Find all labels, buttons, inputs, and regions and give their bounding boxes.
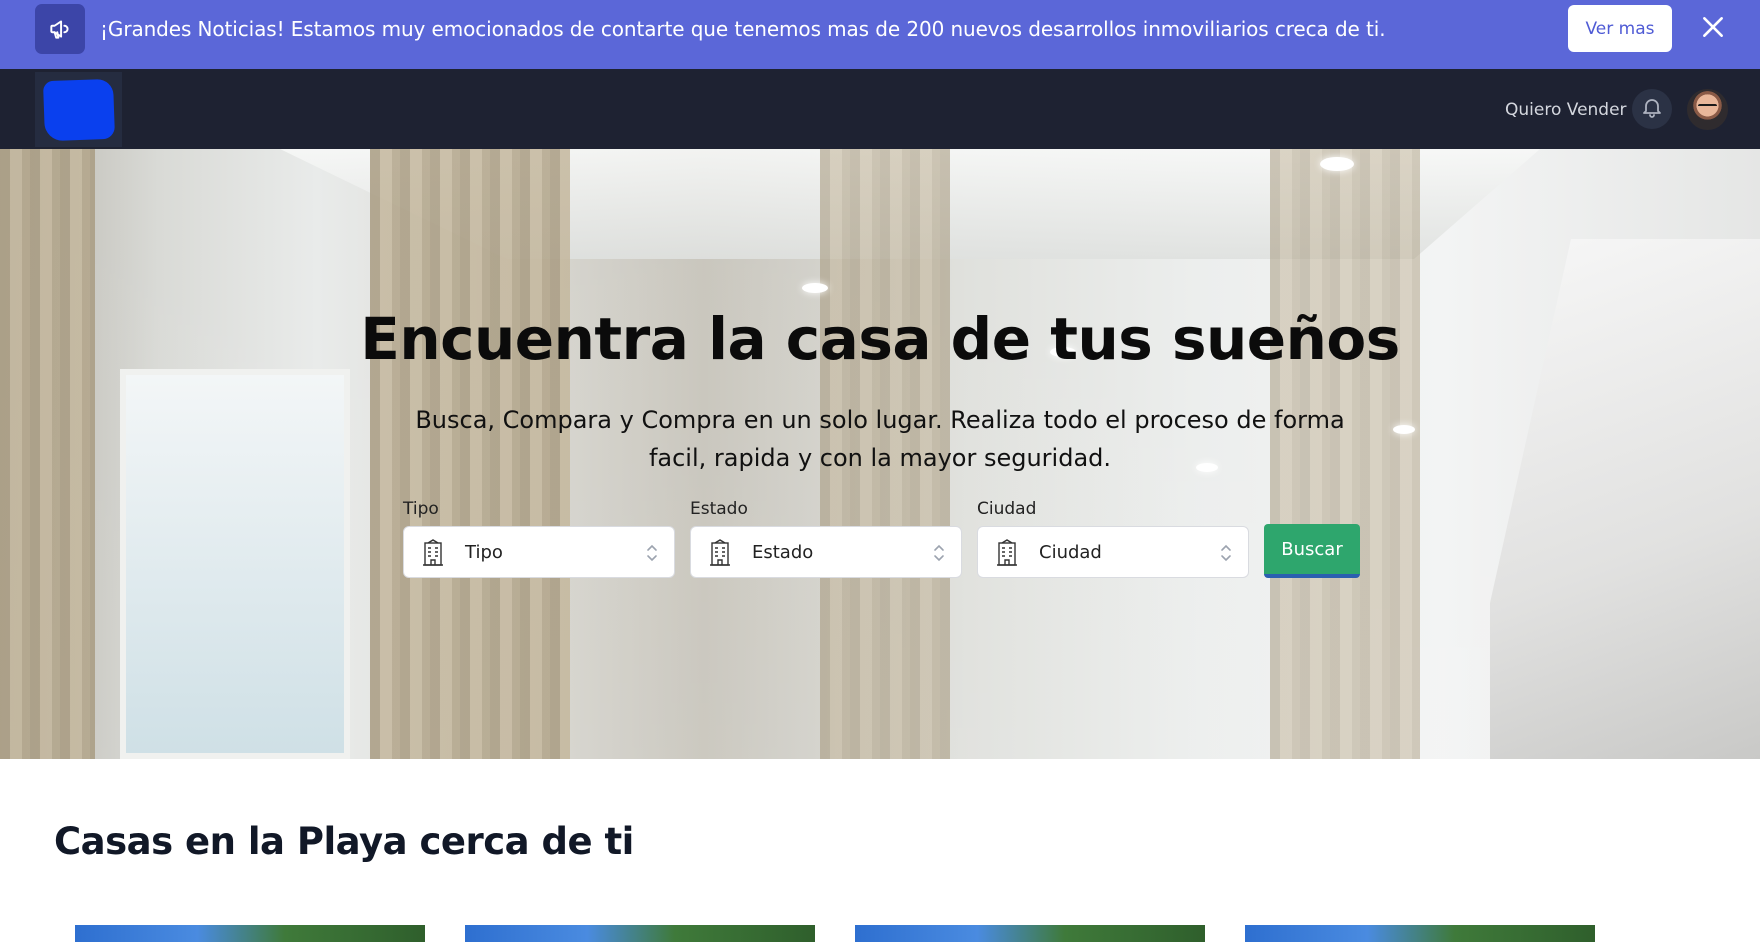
ciudad-select[interactable]: Ciudad: [977, 526, 1249, 578]
quiero-vender-link[interactable]: Quiero Vender: [1505, 100, 1627, 120]
tipo-select[interactable]: Tipo: [403, 526, 675, 578]
chevron-updown-icon: [1220, 543, 1232, 563]
building-icon: [707, 539, 733, 567]
banner-message: ¡Grandes Noticias! Estamos muy emocionad…: [100, 17, 1386, 41]
top-navbar: Quiero Vender: [0, 69, 1760, 149]
estado-label: Estado: [690, 499, 748, 519]
user-avatar[interactable]: [1687, 89, 1728, 130]
hero-section: Encuentra la casa de tus sueños Busca, C…: [0, 149, 1760, 759]
tipo-label: Tipo: [403, 499, 439, 519]
hero-subtitle: Busca, Compara y Compra en un solo lugar…: [415, 406, 1345, 472]
hero-background-curtain: [0, 149, 95, 759]
listing-card-image[interactable]: [75, 925, 425, 942]
bell-icon: [1640, 95, 1664, 123]
hero-title: Encuentra la casa de tus sueños: [360, 305, 1400, 373]
tipo-value: Tipo: [465, 542, 503, 563]
logo[interactable]: [35, 72, 122, 147]
logo-mark: [42, 78, 115, 141]
notifications-button[interactable]: [1632, 89, 1672, 129]
chevron-updown-icon: [646, 543, 658, 563]
ciudad-value: Ciudad: [1039, 542, 1102, 563]
section-title: Casas en la Playa cerca de ti: [54, 820, 634, 863]
announcement-banner: ¡Grandes Noticias! Estamos muy emocionad…: [0, 0, 1760, 69]
chevron-updown-icon: [933, 543, 945, 563]
building-icon: [420, 539, 446, 567]
buscar-button[interactable]: Buscar: [1264, 524, 1360, 578]
estado-value: Estado: [752, 542, 814, 563]
listing-cards: [0, 925, 1760, 942]
ciudad-label: Ciudad: [977, 499, 1037, 519]
listing-card-image[interactable]: [1245, 925, 1595, 942]
listing-card-image[interactable]: [465, 925, 815, 942]
megaphone-icon: [35, 4, 85, 54]
listing-card-image[interactable]: [855, 925, 1205, 942]
hero-background-window: [120, 369, 350, 759]
ver-mas-button[interactable]: Ver mas: [1568, 5, 1672, 52]
close-icon[interactable]: [1700, 14, 1726, 40]
building-icon: [994, 539, 1020, 567]
estado-select[interactable]: Estado: [690, 526, 962, 578]
